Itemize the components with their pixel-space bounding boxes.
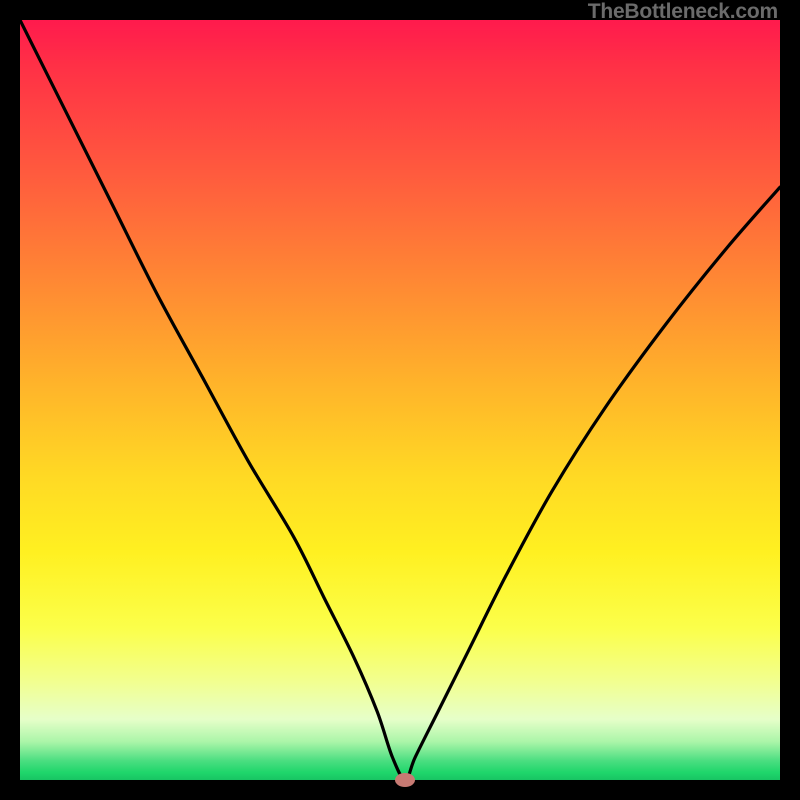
watermark-text: TheBottleneck.com — [588, 0, 778, 24]
plot-background-gradient — [20, 20, 780, 780]
chart-frame: TheBottleneck.com — [0, 0, 800, 800]
optimal-point-marker — [395, 773, 415, 787]
